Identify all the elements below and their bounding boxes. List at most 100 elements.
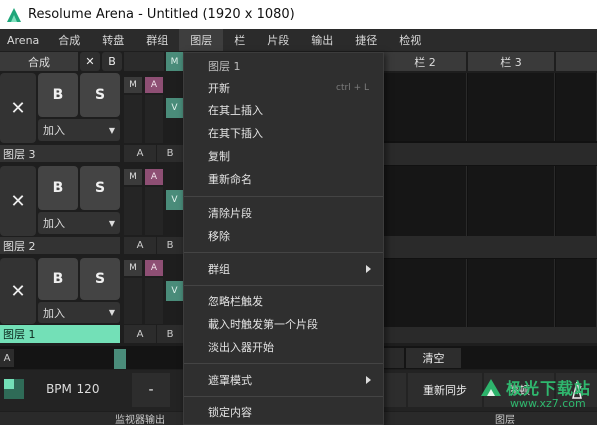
ctx-duplicate[interactable]: 复制	[184, 145, 383, 167]
layer-1-bypass-button[interactable]: B	[38, 258, 78, 300]
layer-3-b-crossfade[interactable]: B	[157, 145, 183, 162]
ctx-group[interactable]: 群组	[184, 258, 383, 280]
column-2-header[interactable]: 栏 2	[384, 52, 466, 71]
resync-button[interactable]: 重新同步	[408, 373, 482, 407]
layer-1-solo-button[interactable]: S	[80, 258, 120, 300]
menu-clip[interactable]: 片段	[256, 29, 300, 51]
crossfader-handle[interactable]	[114, 349, 126, 369]
watermark-text: 极光下载站	[506, 379, 592, 398]
layer-3-bypass-button[interactable]: B	[38, 73, 78, 117]
layer-2-blend-dropdown[interactable]: 加入 ▼	[38, 212, 120, 234]
ctx-new-layer-shortcut: ctrl + L	[336, 83, 369, 93]
bpm-label: BPM	[46, 382, 72, 396]
clear-button[interactable]: 清空	[406, 348, 461, 368]
ctx-mask-mode-label: 遮罩模式	[208, 374, 252, 387]
clip-slot[interactable]	[384, 259, 467, 327]
clip-slot[interactable]	[556, 259, 597, 327]
menu-shortcuts[interactable]: 捷径	[344, 29, 388, 51]
layer-1-fader-track[interactable]	[124, 278, 142, 324]
ctx-separator	[184, 285, 383, 286]
layer-2-fader-track[interactable]	[145, 187, 163, 235]
layer-1-name[interactable]: 图层 1	[0, 325, 120, 343]
layer-3-a-button[interactable]: A	[145, 77, 163, 93]
tap-tempo-icon[interactable]	[4, 379, 24, 399]
layer-2-blend-value: 加入	[43, 217, 65, 230]
menu-layer[interactable]: 图层	[179, 29, 224, 51]
layer-1-b-crossfade[interactable]: B	[157, 325, 183, 343]
layer-3-blend-dropdown[interactable]: 加入 ▼	[38, 119, 120, 141]
layer-2-fader-track[interactable]	[124, 187, 142, 235]
layer-1-video-toggle[interactable]: V	[166, 281, 183, 301]
bpm-value[interactable]: 120	[76, 380, 100, 398]
ctx-ignore-column-trigger[interactable]: 忽略栏触发	[184, 290, 383, 312]
layer-1-a-crossfade[interactable]: A	[124, 325, 156, 343]
layer-2-name[interactable]: 图层 2	[0, 237, 120, 254]
layer-3-fader-track[interactable]	[124, 95, 142, 143]
menu-composition[interactable]: 合成	[47, 29, 91, 51]
layer-2-video-toggle[interactable]: V	[166, 190, 183, 210]
layer-3-clear-button[interactable]: ✕	[0, 73, 36, 143]
menu-deck[interactable]: 转盘	[91, 29, 135, 51]
ctx-rename[interactable]: 重新命名	[184, 168, 383, 190]
layer-1-m-button[interactable]: M	[124, 260, 142, 276]
layer-1-row-strip	[384, 327, 597, 343]
ctx-fader-start[interactable]: 淡出入器开始	[184, 336, 383, 358]
layer-1-a-button[interactable]: A	[145, 260, 163, 276]
clip-slot[interactable]	[556, 73, 597, 141]
clip-slot[interactable]	[384, 73, 467, 141]
ctx-menu-header: 图层 1	[208, 60, 241, 73]
layer-2-m-button[interactable]: M	[124, 169, 142, 185]
ctx-separator	[184, 196, 383, 197]
menu-column[interactable]: 栏	[223, 29, 256, 51]
clip-slot[interactable]	[556, 166, 597, 236]
header-m-button[interactable]: M	[166, 52, 183, 71]
layer-2-row-strip	[384, 236, 597, 258]
ctx-insert-below[interactable]: 在其下插入	[184, 122, 383, 144]
crossfader-a-label[interactable]: A	[0, 349, 14, 367]
layer-2-a-button[interactable]: A	[145, 169, 163, 185]
layer-1-fader-track[interactable]	[145, 278, 163, 324]
ctx-new-layer[interactable]: 开新 ctrl + L	[184, 77, 383, 99]
layer-1-blend-value: 加入	[43, 306, 65, 320]
layer-1-blend-dropdown[interactable]: 加入 ▼	[38, 302, 120, 323]
bpm-minus-button[interactable]: -	[132, 373, 170, 407]
layer-2-solo-button[interactable]: S	[80, 166, 120, 210]
layer-3-fader-track[interactable]	[145, 95, 163, 143]
layer-2-bypass-button[interactable]: B	[38, 166, 78, 210]
layer-3-m-button[interactable]: M	[124, 77, 142, 93]
composition-close-button[interactable]: ✕	[80, 52, 100, 71]
ctx-insert-above[interactable]: 在其上插入	[184, 99, 383, 121]
column-3-header[interactable]: 栏 3	[468, 52, 554, 71]
ctx-clear-clips[interactable]: 清除片段	[184, 202, 383, 224]
menu-view[interactable]: 检视	[388, 29, 432, 51]
composition-b-button[interactable]: B	[102, 52, 122, 71]
layer-2-b-crossfade[interactable]: B	[157, 237, 183, 254]
layer-3-video-toggle[interactable]: V	[166, 98, 183, 118]
menu-group[interactable]: 群组	[135, 29, 179, 51]
nudge-button[interactable]	[384, 373, 406, 407]
clip-slot[interactable]	[468, 166, 555, 236]
clip-slot[interactable]	[384, 166, 467, 236]
layer-2-a-crossfade[interactable]: A	[124, 237, 156, 254]
layer-3-a-crossfade[interactable]: A	[124, 145, 156, 162]
clip-grid	[384, 73, 597, 343]
composition-header[interactable]: 合成	[0, 52, 78, 71]
ctx-new-layer-label: 开新	[208, 82, 230, 95]
layer-1-clear-button[interactable]: ✕	[0, 258, 36, 324]
ctx-trigger-first-clip[interactable]: 載入时触发第一个片段	[184, 313, 383, 335]
ctx-lock-content[interactable]: 锁定内容	[184, 401, 383, 423]
clip-slot[interactable]	[468, 259, 555, 327]
menu-arena[interactable]: Arena	[0, 29, 47, 51]
monitor-output-label[interactable]: 监视器输出	[100, 412, 180, 425]
ctx-remove[interactable]: 移除	[184, 225, 383, 247]
ctx-mask-mode[interactable]: 遮罩模式	[184, 369, 383, 391]
column-4-header[interactable]	[556, 52, 597, 71]
crossfader-b-label[interactable]	[384, 348, 404, 368]
layer-3-solo-button[interactable]: S	[80, 73, 120, 117]
layer-2-clear-button[interactable]: ✕	[0, 166, 36, 236]
watermark: 极光下载站 www.xz7.com	[478, 372, 596, 422]
menu-bar: Arena 合成 转盘 群组 图层 栏 片段 输出 捷径 检视	[0, 29, 597, 51]
menu-output[interactable]: 输出	[300, 29, 344, 51]
clip-slot[interactable]	[468, 73, 555, 141]
layer-3-name[interactable]: 图层 3	[0, 145, 120, 162]
